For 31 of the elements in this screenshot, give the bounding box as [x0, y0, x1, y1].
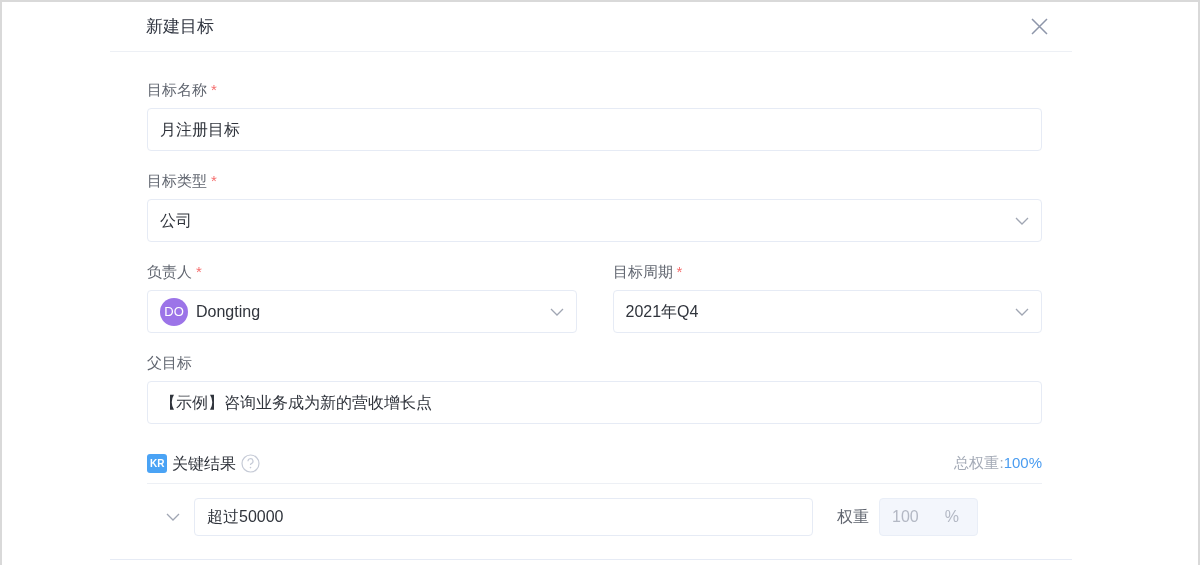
help-icon[interactable] [241, 454, 261, 473]
weight-value: 100 [892, 507, 919, 527]
weight-label: 权重 [837, 507, 869, 527]
select-field[interactable]: 公司 [147, 199, 1042, 242]
chevron-down-icon[interactable] [166, 513, 180, 521]
chevron-down-icon [549, 307, 564, 316]
user-name: Dongting [196, 301, 262, 322]
total-weight-value: 100% [1003, 453, 1042, 474]
close-icon[interactable] [1031, 18, 1048, 35]
required-mark: * [211, 172, 217, 189]
select-field[interactable]: 2021年Q4 [612, 290, 1042, 333]
chevron-down-icon [1015, 216, 1029, 225]
required-mark: * [211, 81, 217, 98]
section-title: 关键结果 [172, 453, 237, 474]
kr-badge: KR [147, 454, 168, 473]
unit-label: % [944, 507, 959, 527]
chevron-down-icon [1015, 307, 1029, 316]
field-label: 目标类型 [147, 172, 207, 189]
field-label: 负责人 [147, 263, 192, 280]
required-mark: * [676, 263, 683, 280]
dialog-title: 新建目标 [146, 15, 214, 38]
user-select-field[interactable]: DO Dongting [147, 290, 577, 333]
field-label: 目标周期 [612, 263, 673, 280]
field-label: 父目标 [147, 354, 192, 371]
text-field[interactable]: 超过50000 [194, 498, 813, 536]
text-field[interactable]: 【示例】咨询业务成为新的营收增长点 [147, 381, 1042, 424]
text-field[interactable]: 月注册目标 [147, 108, 1042, 151]
required-mark: * [196, 263, 202, 280]
avatar: DO [160, 297, 188, 326]
field-label: 目标名称 [147, 81, 207, 98]
total-weight-label: 总权重: [954, 453, 1004, 474]
